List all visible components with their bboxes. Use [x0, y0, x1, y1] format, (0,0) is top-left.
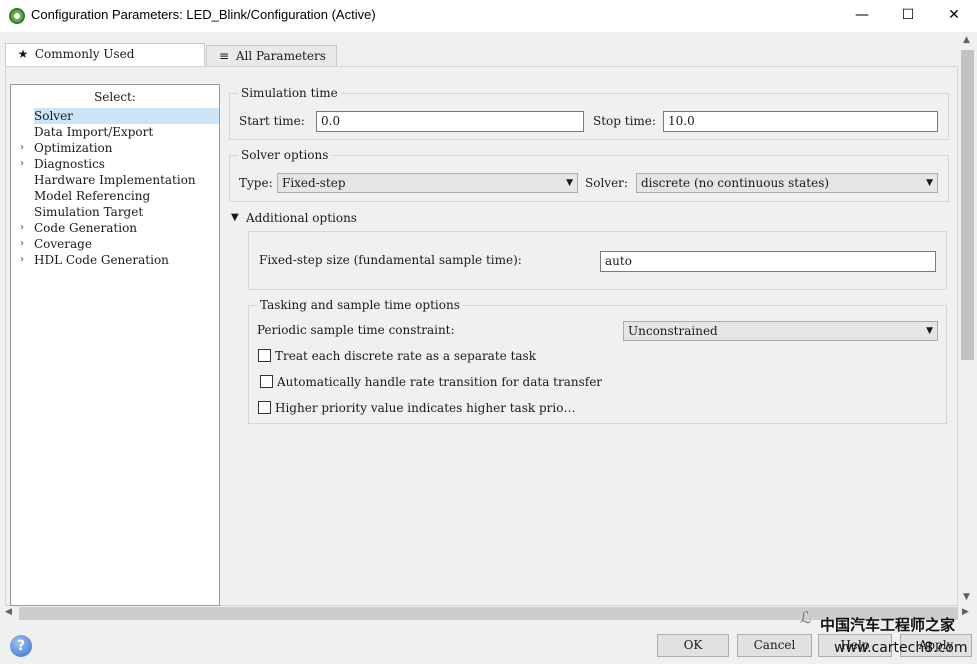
fixed-step-size-label: Fixed-step size (fundamental sample time…	[259, 253, 522, 267]
chevron-down-icon: ▼	[926, 326, 933, 336]
tree-item-data-import-export[interactable]: Data Import/Export	[11, 124, 219, 140]
watermark-url: www.cartech8.com	[834, 640, 968, 656]
ok-button[interactable]: OK	[657, 634, 729, 657]
solver-label: Solver:	[585, 176, 628, 190]
tab-label: All Parameters	[235, 49, 326, 63]
rate-transition-label[interactable]: Automatically handle rate transition for…	[277, 374, 602, 390]
tree-item-diagnostics[interactable]: › Diagnostics	[11, 156, 219, 172]
separate-task-checkbox[interactable]	[258, 349, 271, 362]
window-title: Configuration Parameters: LED_Blink/Conf…	[31, 7, 376, 22]
cancel-button[interactable]: Cancel	[737, 634, 812, 657]
chevron-down-icon: ▼	[566, 178, 573, 188]
tree-item-label: Code Generation	[34, 221, 138, 235]
expand-chevron-icon[interactable]: ›	[17, 156, 27, 172]
stop-time-field[interactable]: 10.0	[663, 111, 938, 132]
simulink-config-icon	[9, 8, 25, 24]
minimize-button[interactable]: —	[839, 0, 885, 32]
scroll-left-icon[interactable]: ◀	[5, 607, 12, 617]
solver-type-value: Fixed-step	[282, 176, 346, 190]
tab-all-parameters[interactable]: ≡ All Parameters	[206, 45, 337, 67]
vertical-scrollbar[interactable]: ▲ ▼	[958, 32, 977, 607]
solver-type-label: Type:	[239, 176, 273, 190]
periodic-constraint-dropdown[interactable]: Unconstrained ▼	[623, 321, 938, 341]
list-icon: ≡	[218, 49, 230, 63]
tree-item-simulation-target[interactable]: Simulation Target	[11, 204, 219, 220]
tree-item-label: Hardware Implementation	[34, 173, 196, 187]
tree-item-hardware-implementation[interactable]: Hardware Implementation	[11, 172, 219, 188]
tree-item-label: Data Import/Export	[34, 125, 154, 139]
tree-item-code-generation[interactable]: › Code Generation	[11, 220, 219, 236]
tree-title: Select:	[94, 90, 136, 104]
chevron-down-icon: ▼	[926, 178, 933, 188]
tree-item-label: Model Referencing	[34, 189, 151, 203]
rate-transition-checkbox[interactable]	[260, 375, 273, 388]
scroll-right-icon[interactable]: ▶	[962, 607, 969, 617]
higher-priority-checkbox[interactable]	[258, 401, 271, 414]
tree-item-label: Optimization	[34, 141, 113, 155]
periodic-constraint-value: Unconstrained	[628, 324, 718, 338]
group-title: Tasking and sample time options	[257, 297, 463, 313]
solver-dropdown[interactable]: discrete (no continuous states) ▼	[636, 173, 938, 193]
category-tree[interactable]: Select: Solver Data Import/Export › Opti…	[10, 84, 220, 606]
vertical-scroll-thumb[interactable]	[961, 50, 974, 360]
close-button[interactable]: ✕	[931, 0, 977, 32]
tree-item-label: HDL Code Generation	[34, 253, 169, 267]
tab-commonly-used-parameters[interactable]: ★ Commonly Used Parameters	[5, 43, 205, 81]
stop-time-label: Stop time:	[593, 114, 656, 128]
tree-item-label: Solver	[34, 108, 219, 124]
group-title: Solver options	[238, 147, 332, 163]
expand-chevron-icon[interactable]: ›	[17, 220, 27, 236]
tree-item-coverage[interactable]: › Coverage	[11, 236, 219, 252]
fixed-step-size-field[interactable]: auto	[600, 251, 936, 272]
solver-type-dropdown[interactable]: Fixed-step ▼	[277, 173, 578, 193]
tree-item-label: Coverage	[34, 237, 92, 251]
scroll-down-icon[interactable]: ▼	[963, 592, 970, 602]
star-icon: ★	[17, 47, 29, 61]
start-time-label: Start time:	[239, 114, 305, 128]
scroll-up-icon[interactable]: ▲	[963, 35, 970, 45]
tree-item-hdl-code-generation[interactable]: › HDL Code Generation	[11, 252, 219, 268]
horizontal-scroll-thumb[interactable]	[19, 607, 958, 620]
watermark-logo-icon: ℒ	[800, 608, 812, 627]
expand-chevron-icon[interactable]: ›	[17, 252, 27, 268]
tree-item-solver[interactable]: Solver	[11, 108, 219, 124]
tree-item-optimization[interactable]: › Optimization	[11, 140, 219, 156]
expand-chevron-icon[interactable]: ›	[17, 236, 27, 252]
separate-task-label[interactable]: Treat each discrete rate as a separate t…	[275, 348, 536, 364]
help-icon[interactable]: ?	[10, 635, 32, 657]
group-title: Simulation time	[238, 85, 341, 101]
watermark-title: 中国汽车工程师之家	[820, 616, 956, 634]
tree-item-label: Simulation Target	[34, 205, 144, 219]
solver-value: discrete (no continuous states)	[641, 176, 830, 190]
start-time-field[interactable]: 0.0	[316, 111, 584, 132]
collapse-triangle-icon[interactable]: ▼	[231, 210, 239, 226]
periodic-constraint-label: Periodic sample time constraint:	[257, 323, 455, 337]
title-bar: Configuration Parameters: LED_Blink/Conf…	[0, 0, 977, 32]
additional-options-title[interactable]: Additional options	[246, 210, 357, 226]
tree-item-model-referencing[interactable]: Model Referencing	[11, 188, 219, 204]
maximize-button[interactable]: ☐	[885, 0, 931, 32]
tree-item-label: Diagnostics	[34, 157, 105, 171]
expand-chevron-icon[interactable]: ›	[17, 140, 27, 156]
higher-priority-label[interactable]: Higher priority value indicates higher t…	[275, 400, 575, 416]
